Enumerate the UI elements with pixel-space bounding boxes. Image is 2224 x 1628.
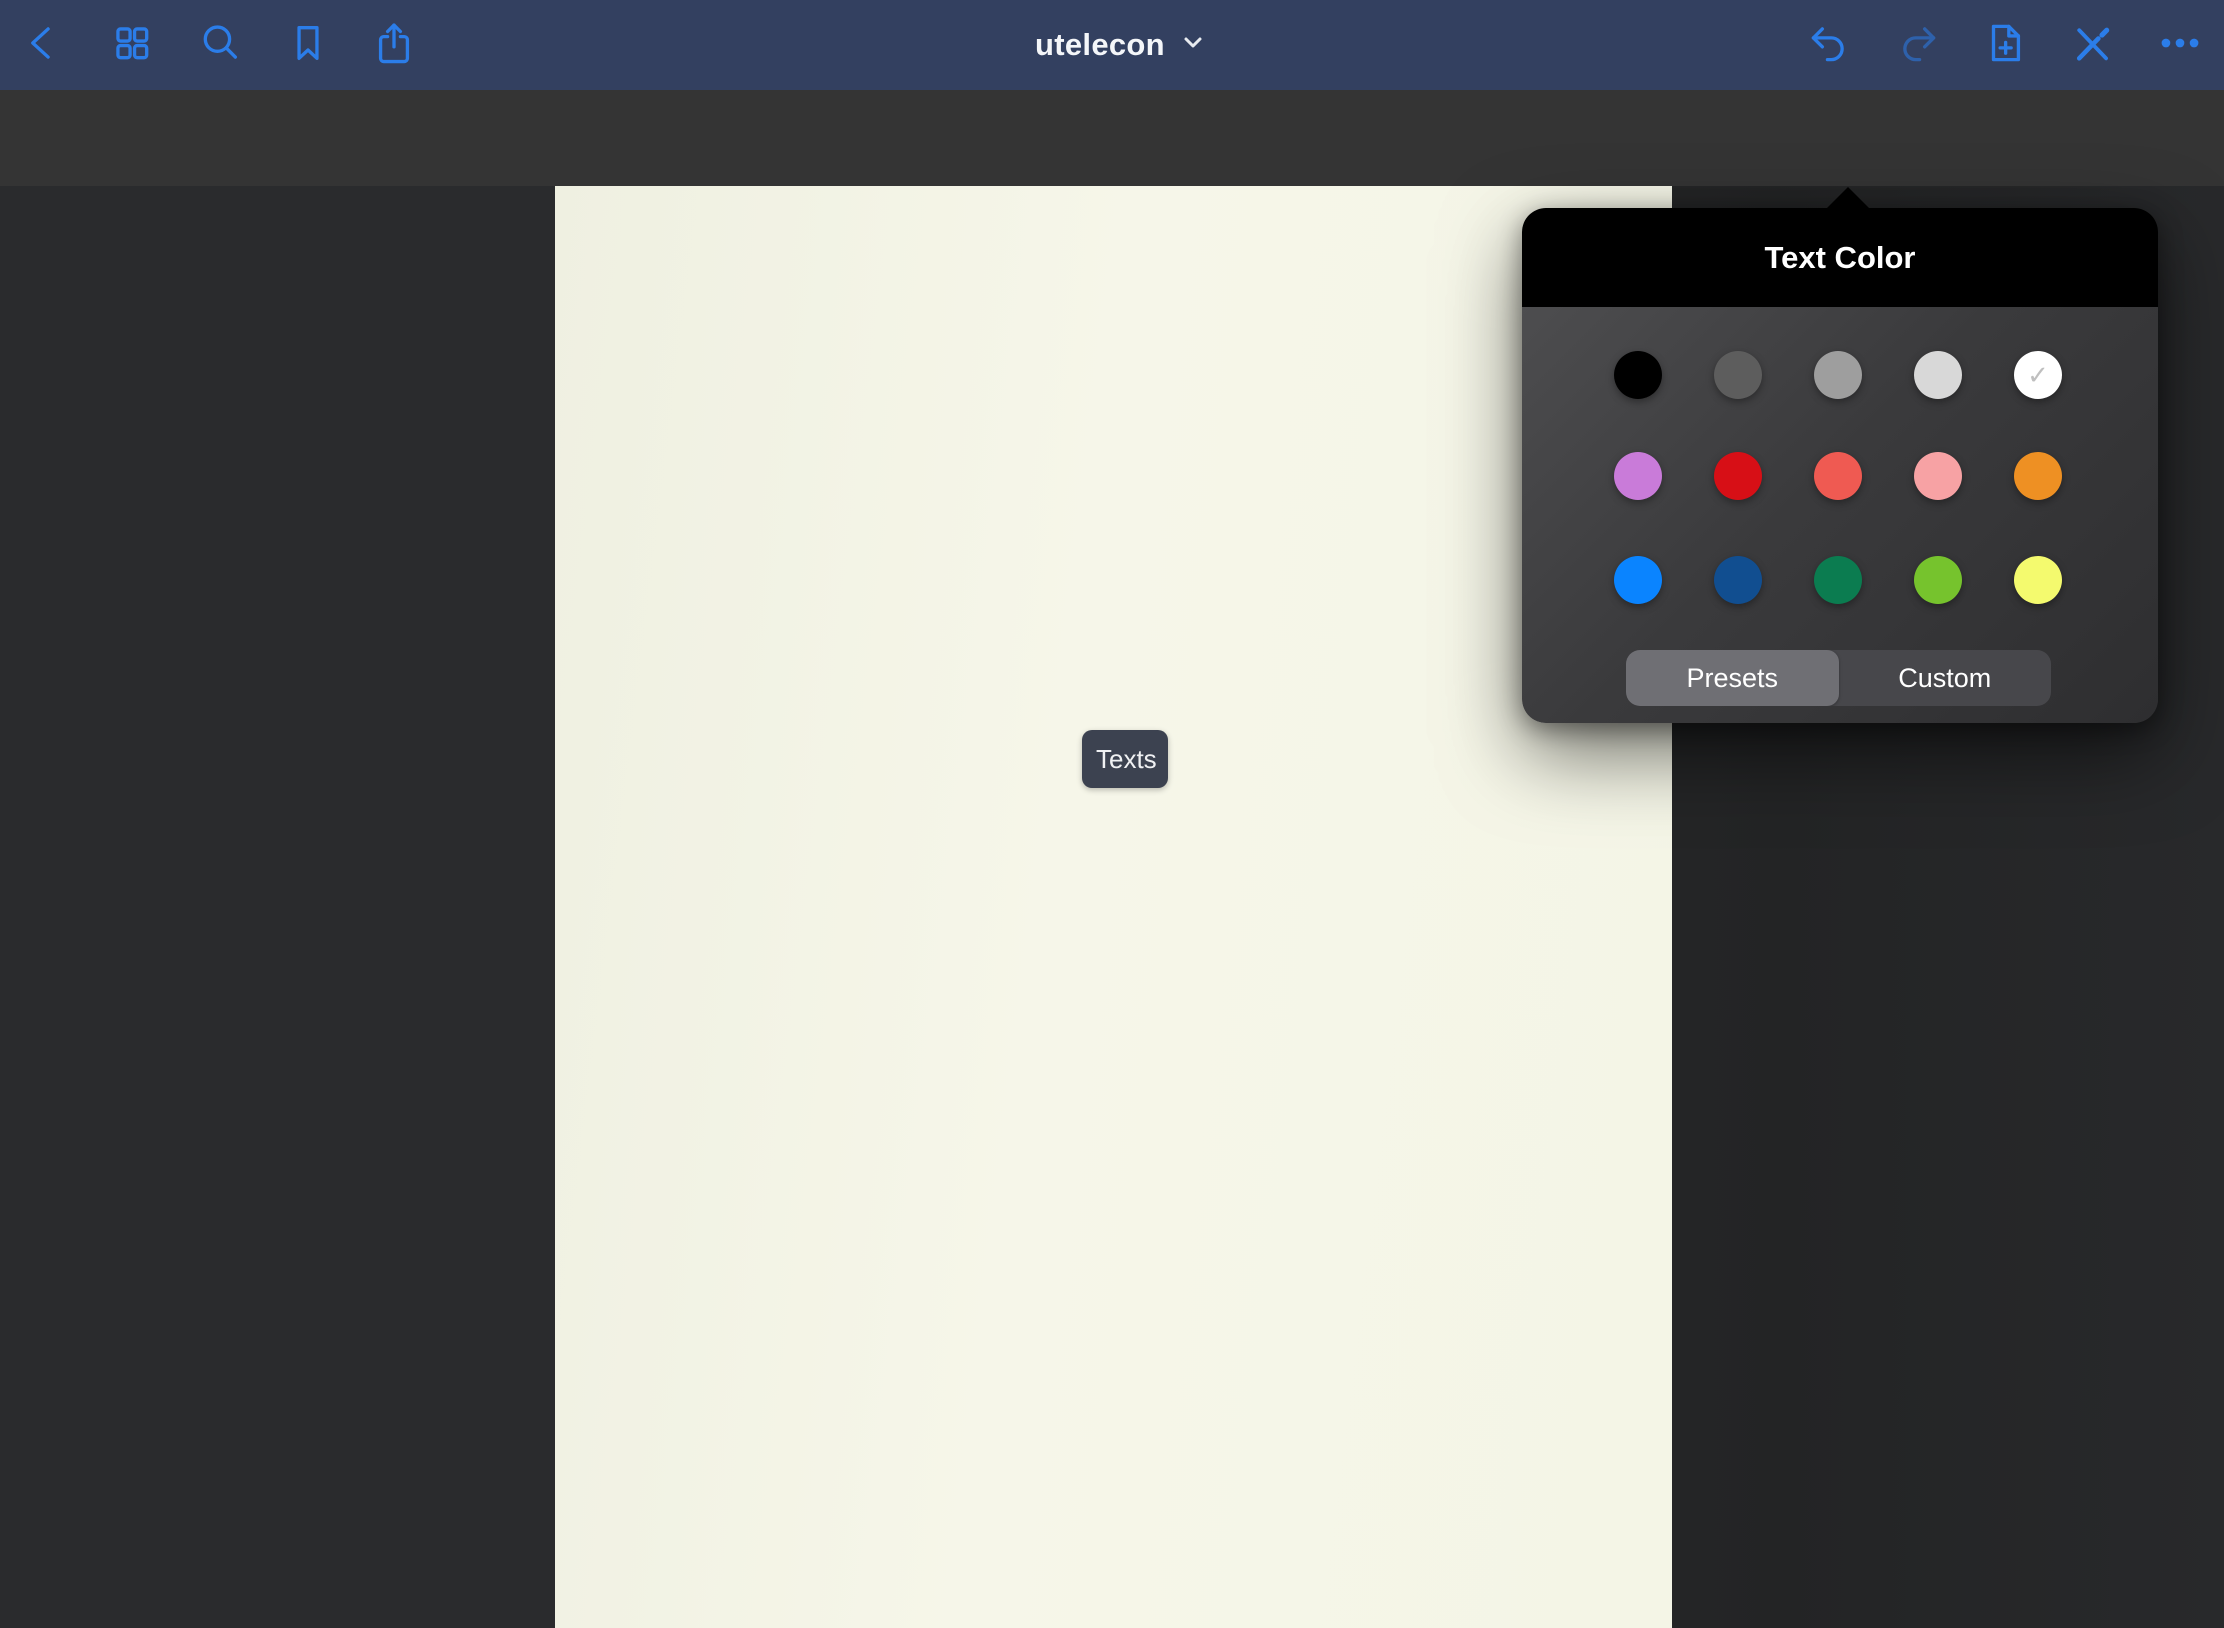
search-icon: [197, 20, 243, 71]
canvas-text-label: Texts: [1096, 744, 1157, 775]
stylus-disabled-button[interactable]: [2069, 22, 2115, 68]
share-icon: [371, 20, 417, 71]
color-swatch-blue[interactable]: [1614, 556, 1662, 604]
share-button[interactable]: [371, 22, 417, 68]
pencil-cross-icon: [2069, 20, 2115, 71]
color-swatch-light-gray[interactable]: [1914, 351, 1962, 399]
chevron-down-icon: [1181, 33, 1205, 58]
more-options-button[interactable]: [2157, 22, 2203, 68]
grid-icon: [109, 20, 155, 71]
color-swatch-pink[interactable]: [1914, 452, 1962, 500]
color-swatch-yellow[interactable]: [2014, 556, 2062, 604]
page-thumbnails-button[interactable]: [109, 22, 155, 68]
tab-custom[interactable]: Custom: [1839, 650, 2052, 706]
swatch-row: ✓: [1522, 307, 2158, 399]
color-swatch-orange[interactable]: [2014, 452, 2062, 500]
color-swatch-red[interactable]: [1714, 452, 1762, 500]
color-swatch-coral[interactable]: [1814, 452, 1862, 500]
color-swatch-dark-gray[interactable]: [1714, 351, 1762, 399]
swatch-grid: ✓: [1522, 307, 2158, 604]
redo-icon: [1894, 20, 1940, 71]
app-window: utelecon a: [0, 0, 2224, 1628]
top-navigation-bar: utelecon: [0, 0, 2224, 90]
undo-button[interactable]: [1807, 22, 1853, 68]
color-swatch-gray[interactable]: [1814, 351, 1862, 399]
search-button[interactable]: [197, 22, 243, 68]
popover-title: Text Color: [1765, 240, 1916, 276]
color-swatch-white[interactable]: ✓: [2014, 351, 2062, 399]
text-color-popover: Text Color ✓ Presets Custom: [1522, 208, 2158, 723]
color-swatch-green[interactable]: [1814, 556, 1862, 604]
canvas-text-object[interactable]: Texts: [1082, 730, 1168, 788]
document-title: utelecon: [1035, 27, 1165, 63]
add-page-icon: [1982, 20, 2028, 71]
popover-body: ✓ Presets Custom: [1522, 307, 2158, 723]
swatch-row: [1522, 500, 2158, 604]
selected-check-icon: ✓: [2027, 360, 2049, 391]
back-button[interactable]: [20, 22, 66, 68]
color-swatch-black[interactable]: [1614, 351, 1662, 399]
bookmark-button[interactable]: [285, 22, 331, 68]
presets-custom-segmented-control: Presets Custom: [1626, 650, 2051, 706]
notebook-page[interactable]: [555, 186, 1672, 1628]
redo-button[interactable]: [1894, 22, 1940, 68]
undo-icon: [1807, 20, 1853, 71]
popover-header: Text Color: [1522, 208, 2158, 307]
back-chevron-icon: [20, 20, 66, 71]
add-page-button[interactable]: [1982, 22, 2028, 68]
ellipsis-icon: [2157, 20, 2203, 71]
bookmark-icon: [285, 20, 331, 71]
popover-arrow: [1826, 187, 1870, 209]
color-swatch-lime[interactable]: [1914, 556, 1962, 604]
color-swatch-navy[interactable]: [1714, 556, 1762, 604]
editing-toolbar: a: [0, 90, 2224, 186]
color-swatch-orchid[interactable]: [1614, 452, 1662, 500]
swatch-row: [1522, 399, 2158, 500]
document-title-button[interactable]: utelecon: [1035, 0, 1205, 90]
tab-presets[interactable]: Presets: [1626, 650, 1839, 706]
